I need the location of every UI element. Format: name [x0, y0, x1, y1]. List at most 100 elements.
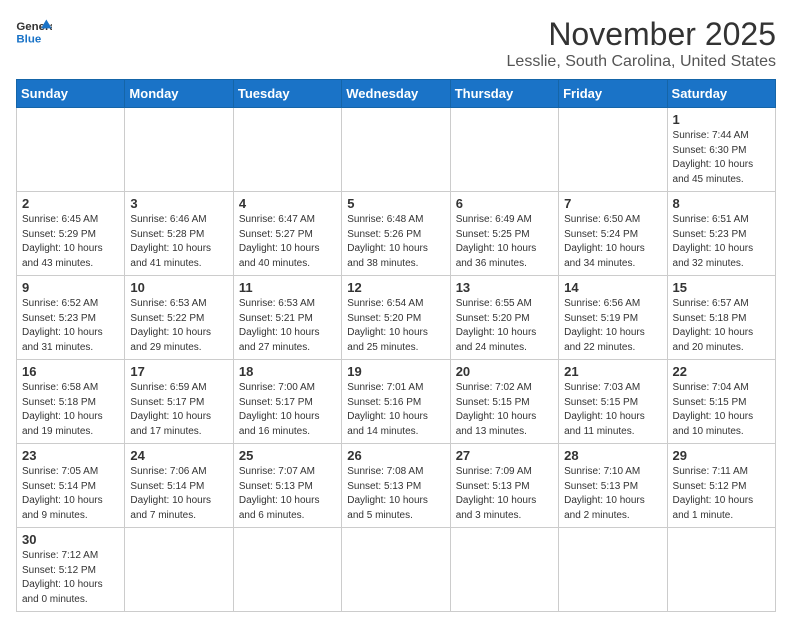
calendar-cell: 18Sunrise: 7:00 AM Sunset: 5:17 PM Dayli…: [233, 360, 341, 444]
day-info: Sunrise: 6:56 AM Sunset: 5:19 PM Dayligh…: [564, 297, 661, 355]
calendar-cell: 3 Sunrise: 6:46 AM Sunset: 5:28 PM Daylig…: [125, 192, 233, 276]
calendar-cell: 23Sunrise: 7:05 AM Sunset: 5:14 PM Dayli…: [17, 444, 125, 528]
week-row-3: 16 Sunrise: 6:58 AM Sunset: 5:18 PM Dayli…: [17, 360, 776, 444]
calendar-cell: 25Sunrise: 7:07 AM Sunset: 5:13 PM Dayli…: [233, 444, 341, 528]
day-info: Sunrise: 6:50 AM Sunset: 5:24 PM Dayligh…: [564, 213, 661, 271]
calendar-cell: 8 Sunrise: 6:51 AM Sunset: 5:23 PM Daylig…: [667, 192, 775, 276]
calendar-cell: [125, 108, 233, 192]
calendar-cell: 30 Sunrise: 7:12 AM Sunset: 5:12 PM Dayli…: [17, 528, 125, 612]
month-title: November 2025: [507, 16, 776, 53]
day-info: Sunrise: 6:45 AM Sunset: 5:29 PM Dayligh…: [22, 213, 119, 271]
calendar-cell: 6 Sunrise: 6:49 AM Sunset: 5:25 PM Daylig…: [450, 192, 558, 276]
day-info: Sunrise: 6:58 AM Sunset: 5:18 PM Dayligh…: [22, 381, 119, 439]
day-number: 22: [673, 364, 770, 379]
day-info: Sunrise: 6:53 AM Sunset: 5:22 PM Dayligh…: [130, 297, 227, 355]
col-header-tuesday: Tuesday: [233, 80, 341, 108]
day-info: Sunrise: 7:01 AM Sunset: 5:16 PM Dayligh…: [347, 381, 444, 439]
calendar-cell: 11Sunrise: 6:53 AM Sunset: 5:21 PM Dayli…: [233, 276, 341, 360]
day-info: Sunrise: 6:52 AM Sunset: 5:23 PM Dayligh…: [22, 297, 119, 355]
calendar-cell: [559, 528, 667, 612]
day-number: 10: [130, 280, 227, 295]
calendar-cell: 5Sunrise: 6:48 AM Sunset: 5:26 PM Daylig…: [342, 192, 450, 276]
calendar-header-row: SundayMondayTuesdayWednesdayThursdayFrid…: [17, 80, 776, 108]
calendar-cell: 28Sunrise: 7:10 AM Sunset: 5:13 PM Dayli…: [559, 444, 667, 528]
week-row-0: 1Sunrise: 7:44 AM Sunset: 6:30 PM Daylig…: [17, 108, 776, 192]
calendar-cell: 10 Sunrise: 6:53 AM Sunset: 5:22 PM Dayli…: [125, 276, 233, 360]
day-number: 7: [564, 196, 661, 211]
day-info: Sunrise: 7:11 AM Sunset: 5:12 PM Dayligh…: [673, 465, 770, 523]
day-info: Sunrise: 6:51 AM Sunset: 5:23 PM Dayligh…: [673, 213, 770, 271]
col-header-monday: Monday: [125, 80, 233, 108]
calendar-cell: 22 Sunrise: 7:04 AM Sunset: 5:15 PM Dayli…: [667, 360, 775, 444]
calendar-cell: 21 Sunrise: 7:03 AM Sunset: 5:15 PM Dayli…: [559, 360, 667, 444]
col-header-thursday: Thursday: [450, 80, 558, 108]
calendar-cell: [233, 528, 341, 612]
week-row-5: 30 Sunrise: 7:12 AM Sunset: 5:12 PM Dayli…: [17, 528, 776, 612]
day-info: Sunrise: 7:08 AM Sunset: 5:13 PM Dayligh…: [347, 465, 444, 523]
day-number: 6: [456, 196, 553, 211]
day-info: Sunrise: 6:54 AM Sunset: 5:20 PM Dayligh…: [347, 297, 444, 355]
calendar-cell: 12Sunrise: 6:54 AM Sunset: 5:20 PM Dayli…: [342, 276, 450, 360]
day-info: Sunrise: 7:00 AM Sunset: 5:17 PM Dayligh…: [239, 381, 336, 439]
day-number: 16: [22, 364, 119, 379]
day-number: 26: [347, 448, 444, 463]
calendar-cell: [450, 108, 558, 192]
day-info: Sunrise: 6:47 AM Sunset: 5:27 PM Dayligh…: [239, 213, 336, 271]
calendar-cell: [342, 528, 450, 612]
calendar-cell: 19 Sunrise: 7:01 AM Sunset: 5:16 PM Dayli…: [342, 360, 450, 444]
calendar-cell: [450, 528, 558, 612]
calendar-cell: 17Sunrise: 6:59 AM Sunset: 5:17 PM Dayli…: [125, 360, 233, 444]
calendar-cell: 27 Sunrise: 7:09 AM Sunset: 5:13 PM Dayli…: [450, 444, 558, 528]
day-number: 13: [456, 280, 553, 295]
day-number: 30: [22, 532, 119, 547]
day-info: Sunrise: 6:46 AM Sunset: 5:28 PM Dayligh…: [130, 213, 227, 271]
day-number: 2: [22, 196, 119, 211]
calendar-cell: 16 Sunrise: 6:58 AM Sunset: 5:18 PM Dayli…: [17, 360, 125, 444]
day-number: 23: [22, 448, 119, 463]
day-info: Sunrise: 6:49 AM Sunset: 5:25 PM Dayligh…: [456, 213, 553, 271]
day-number: 5: [347, 196, 444, 211]
location-title: Lesslie, South Carolina, United States: [507, 53, 776, 71]
day-number: 1: [673, 112, 770, 127]
day-info: Sunrise: 6:57 AM Sunset: 5:18 PM Dayligh…: [673, 297, 770, 355]
day-number: 21: [564, 364, 661, 379]
day-number: 9: [22, 280, 119, 295]
day-number: 3: [130, 196, 227, 211]
day-number: 19: [347, 364, 444, 379]
day-number: 28: [564, 448, 661, 463]
calendar-cell: 2 Sunrise: 6:45 AM Sunset: 5:29 PM Daylig…: [17, 192, 125, 276]
day-number: 27: [456, 448, 553, 463]
col-header-wednesday: Wednesday: [342, 80, 450, 108]
day-number: 20: [456, 364, 553, 379]
calendar-cell: 29 Sunrise: 7:11 AM Sunset: 5:12 PM Dayli…: [667, 444, 775, 528]
day-info: Sunrise: 7:09 AM Sunset: 5:13 PM Dayligh…: [456, 465, 553, 523]
calendar-cell: 15 Sunrise: 6:57 AM Sunset: 5:18 PM Dayli…: [667, 276, 775, 360]
calendar-cell: 4 Sunrise: 6:47 AM Sunset: 5:27 PM Daylig…: [233, 192, 341, 276]
day-number: 29: [673, 448, 770, 463]
day-info: Sunrise: 7:12 AM Sunset: 5:12 PM Dayligh…: [22, 549, 119, 607]
calendar-cell: [667, 528, 775, 612]
page-header: General Blue November 2025 Lesslie, Sout…: [16, 16, 776, 71]
week-row-4: 23Sunrise: 7:05 AM Sunset: 5:14 PM Dayli…: [17, 444, 776, 528]
day-info: Sunrise: 7:03 AM Sunset: 5:15 PM Dayligh…: [564, 381, 661, 439]
calendar-cell: 9 Sunrise: 6:52 AM Sunset: 5:23 PM Daylig…: [17, 276, 125, 360]
day-number: 14: [564, 280, 661, 295]
day-number: 25: [239, 448, 336, 463]
calendar-cell: [125, 528, 233, 612]
svg-text:Blue: Blue: [16, 33, 41, 45]
day-number: 8: [673, 196, 770, 211]
day-number: 15: [673, 280, 770, 295]
week-row-1: 2 Sunrise: 6:45 AM Sunset: 5:29 PM Daylig…: [17, 192, 776, 276]
day-number: 4: [239, 196, 336, 211]
day-number: 17: [130, 364, 227, 379]
calendar-cell: [17, 108, 125, 192]
logo: General Blue: [16, 16, 52, 46]
day-info: Sunrise: 6:55 AM Sunset: 5:20 PM Dayligh…: [456, 297, 553, 355]
day-info: Sunrise: 7:02 AM Sunset: 5:15 PM Dayligh…: [456, 381, 553, 439]
calendar-table: SundayMondayTuesdayWednesdayThursdayFrid…: [16, 79, 776, 612]
calendar-cell: 26 Sunrise: 7:08 AM Sunset: 5:13 PM Dayli…: [342, 444, 450, 528]
title-block: November 2025 Lesslie, South Carolina, U…: [507, 16, 776, 71]
week-row-2: 9 Sunrise: 6:52 AM Sunset: 5:23 PM Daylig…: [17, 276, 776, 360]
day-info: Sunrise: 7:04 AM Sunset: 5:15 PM Dayligh…: [673, 381, 770, 439]
calendar-cell: [342, 108, 450, 192]
